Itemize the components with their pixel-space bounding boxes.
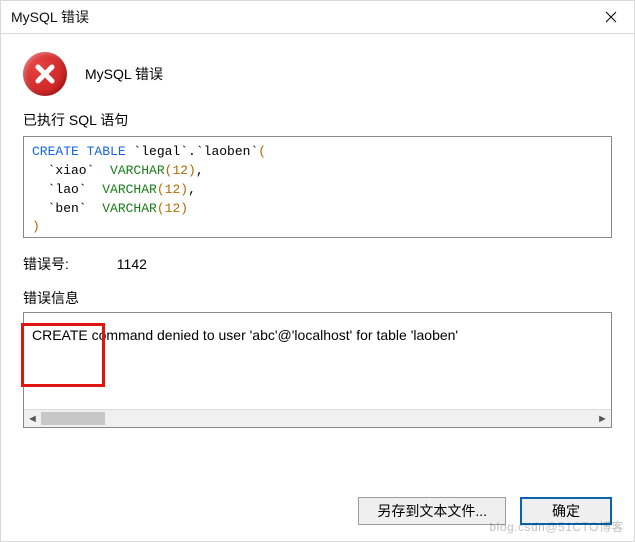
sql-col-comma-1: , [188,182,196,197]
titlebar: MySQL 错误 [1,1,634,34]
scroll-track[interactable] [41,410,594,427]
sql-col-type-1: VARCHAR [94,182,156,197]
error-message-text: CREATE command denied to user 'abc'@'loc… [24,313,611,343]
sql-keyword-create: CREATE TABLE [32,144,126,159]
error-number-row: 错误号: 1142 [23,254,612,274]
dialog-body: MySQL 错误 已执行 SQL 语句 CREATE TABLE `legal`… [1,34,634,428]
ok-button[interactable]: 确定 [520,497,612,525]
save-to-file-button[interactable]: 另存到文本文件... [358,497,506,525]
error-message-box[interactable]: CREATE command denied to user 'abc'@'loc… [23,312,612,428]
sql-close-paren: ) [32,219,40,234]
sql-statement-box[interactable]: CREATE TABLE `legal`.`laoben`( `xiao` VA… [23,136,612,238]
scroll-right-arrow-icon[interactable]: ► [594,410,611,427]
heading-text: MySQL 错误 [85,64,163,84]
sql-col-len-2: (12) [157,201,188,216]
sql-col-len-1: (12) [157,182,188,197]
sql-col-name-0: `xiao` [32,163,102,178]
sql-col-name-1: `lao` [32,182,94,197]
sql-label: 已执行 SQL 语句 [23,110,612,130]
sql-col-type-2: VARCHAR [94,201,156,216]
sql-open-paren: ( [258,144,266,159]
horizontal-scrollbar[interactable]: ◄ ► [24,409,611,427]
error-icon [23,52,67,96]
scroll-left-arrow-icon[interactable]: ◄ [24,410,41,427]
close-icon [605,11,617,23]
dialog-window: MySQL 错误 MySQL 错误 已执行 SQL 语句 CREATE TABL… [0,0,635,542]
sql-col-type-0: VARCHAR [102,163,164,178]
scroll-thumb[interactable] [41,412,105,425]
sql-table-ref: `legal`.`laoben` [126,144,259,159]
error-number-value: 1142 [117,256,147,272]
heading-row: MySQL 错误 [23,52,612,96]
dialog-button-row: 另存到文本文件... 确定 [358,497,612,525]
error-message-label: 错误信息 [23,288,79,308]
window-title: MySQL 错误 [11,7,89,27]
sql-col-name-2: `ben` [32,201,94,216]
sql-col-comma-0: , [196,163,204,178]
sql-col-len-0: (12) [165,163,196,178]
error-number-label: 错误号: [23,256,69,272]
close-button[interactable] [588,1,634,33]
